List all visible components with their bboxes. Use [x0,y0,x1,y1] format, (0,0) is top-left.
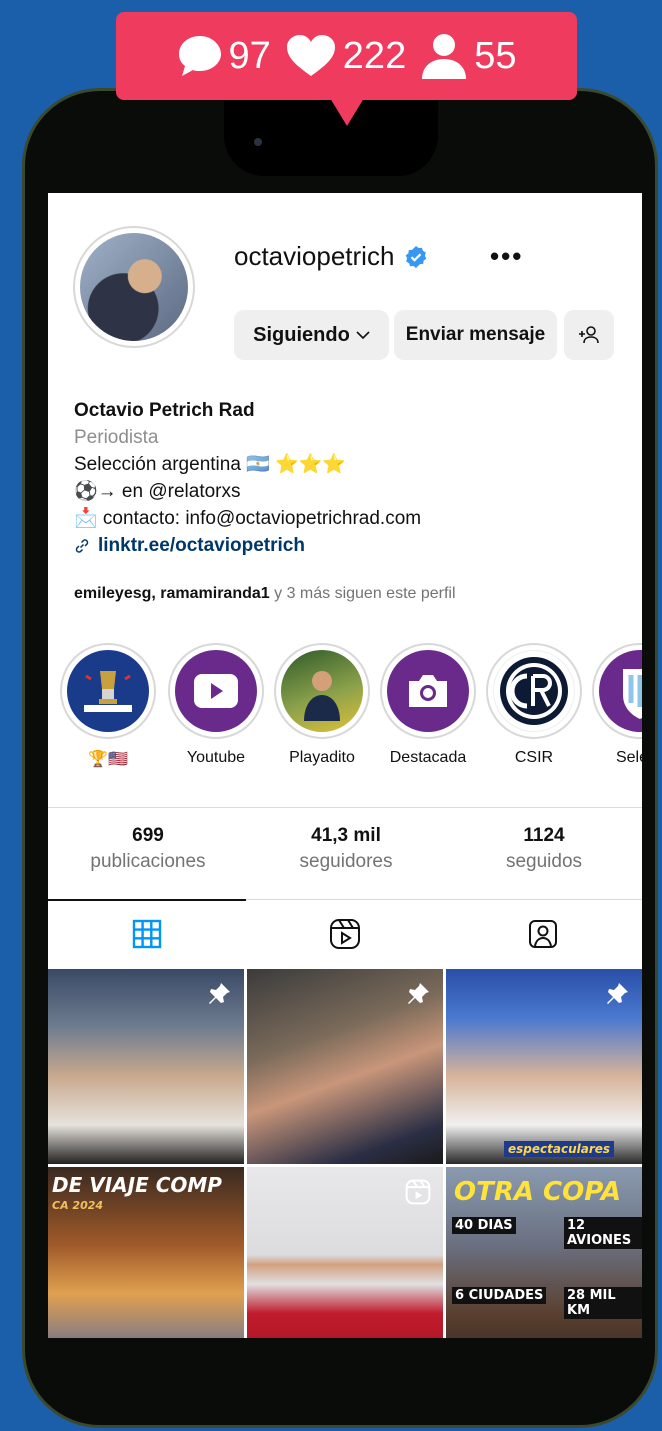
story-highlights: 🏆🇺🇸 Youtube Playadito Destacada CSIR Sel [58,643,642,773]
following-stat[interactable]: 1124 seguidos [444,825,642,873]
heart-icon [286,35,335,76]
camera-icon [387,650,469,732]
copa-america-logo-icon [67,650,149,732]
highlight-item[interactable]: Destacada [378,643,478,767]
posts-count: 699 [132,825,164,846]
send-message-button[interactable]: Enviar mensaje [394,310,557,360]
followers-count: 55 [420,33,516,79]
profile-link-text: linktr.ee/octaviopetrich [98,535,305,556]
pin-icon [607,983,628,1004]
pin-icon [209,983,230,1004]
chevron-down-icon [356,331,370,340]
bio-line: ⚽→ en @relatorxs [74,481,241,502]
photo-thumbnail-icon [281,650,363,732]
highlight-item[interactable]: Selecc [590,643,642,767]
add-person-icon [579,326,599,344]
tagged-icon [529,920,557,948]
more-options-button[interactable]: ••• [490,241,523,272]
highlight-label: CSIR [514,749,554,766]
profile-bio: Octavio Petrich Rad Periodista Selección… [74,397,624,559]
instagram-profile-screen: octaviopetrich ••• Siguiendo Enviar mens… [48,193,642,1338]
followers-count: 41,3 mil [311,825,381,846]
display-name: Octavio Petrich Rad [74,400,255,421]
highlight-label: Destacada [389,749,467,766]
highlight-label: Youtube [186,749,246,766]
profile-link[interactable]: linktr.ee/octaviopetrich [74,532,624,559]
highlight-item[interactable]: CSIR [484,643,584,767]
following-label: seguidos [505,851,583,872]
followed-by-names: emileyesg, ramamiranda1 [74,585,270,602]
stats-top-divider [48,807,642,808]
play-icon [175,650,257,732]
post-thumbnail[interactable]: espectaculares [446,969,642,1164]
profile-category: Periodista [74,427,159,448]
avatar-photo [80,233,188,341]
activity-notification: 97 222 55 [116,12,577,100]
tab-tagged[interactable] [444,901,642,967]
notification-pointer [330,98,364,126]
likes-count: 222 [285,34,406,78]
comment-icon [178,36,221,76]
followed-by-rest: y 3 más siguen este perfil [269,585,456,602]
followed-by-text[interactable]: emileyesg, ramamiranda1 y 3 más siguen e… [74,585,456,603]
post-thumbnail[interactable]: OTRA COPA 40 DIAS 12 AVIONES 6 CIUDADES … [446,1167,642,1338]
post-thumbnail[interactable] [48,969,244,1164]
afa-crest-icon [599,650,642,732]
reels-icon [405,1179,431,1205]
verified-badge-icon [406,245,427,268]
highlight-label: Selecc [615,749,642,766]
username: octaviopetrich [234,241,395,271]
highlight-label: 🏆🇺🇸 [88,751,128,768]
pin-icon [408,983,429,1004]
post-caption: OTRA COPA [454,1177,622,1207]
profile-tabs [48,901,642,967]
grid-icon [132,919,162,949]
tab-posts[interactable] [48,901,246,967]
post-thumbnail[interactable] [247,1167,443,1338]
post-tag: 6 CIUDADES [452,1287,547,1304]
posts-label: publicaciones [90,851,206,872]
post-thumbnail[interactable] [247,969,443,1164]
posts-stat: 699 publicaciones [48,825,248,873]
post-subcaption: CA 2024 [52,1199,104,1212]
bio-line: 📩 contacto: info@octaviopetrichrad.com [74,508,422,529]
csir-crest-icon [493,650,575,732]
profile-avatar[interactable] [73,226,195,348]
post-caption: espectaculares [504,1141,615,1157]
tab-reels[interactable] [246,901,444,967]
highlight-item[interactable]: Playadito [272,643,372,767]
highlight-item[interactable]: 🏆🇺🇸 [58,643,158,769]
following-button[interactable]: Siguiendo [234,310,389,360]
followers-stat[interactable]: 41,3 mil seguidores [246,825,446,873]
bio-line: Selección argentina 🇦🇷 ⭐⭐⭐ [74,454,347,475]
post-tag: 40 DIAS [452,1217,516,1234]
post-caption: DE VIAJE COMP [52,1173,222,1197]
post-tag: 28 MIL KM [564,1287,642,1319]
followers-label: seguidores [299,851,393,872]
post-thumbnail[interactable]: DE VIAJE COMP CA 2024 [48,1167,244,1338]
following-label: Siguiendo [253,323,350,346]
highlight-item[interactable]: Youtube [166,643,266,767]
username-row: octaviopetrich [234,241,428,272]
add-person-button[interactable] [564,310,614,360]
following-count: 1124 [523,825,565,846]
reels-icon [330,919,360,949]
front-camera [254,138,262,146]
highlight-label: Playadito [289,749,355,766]
person-icon [422,34,467,79]
link-icon [75,538,89,553]
comments-count: 97 [177,34,271,78]
post-tag: 12 AVIONES [564,1217,642,1249]
